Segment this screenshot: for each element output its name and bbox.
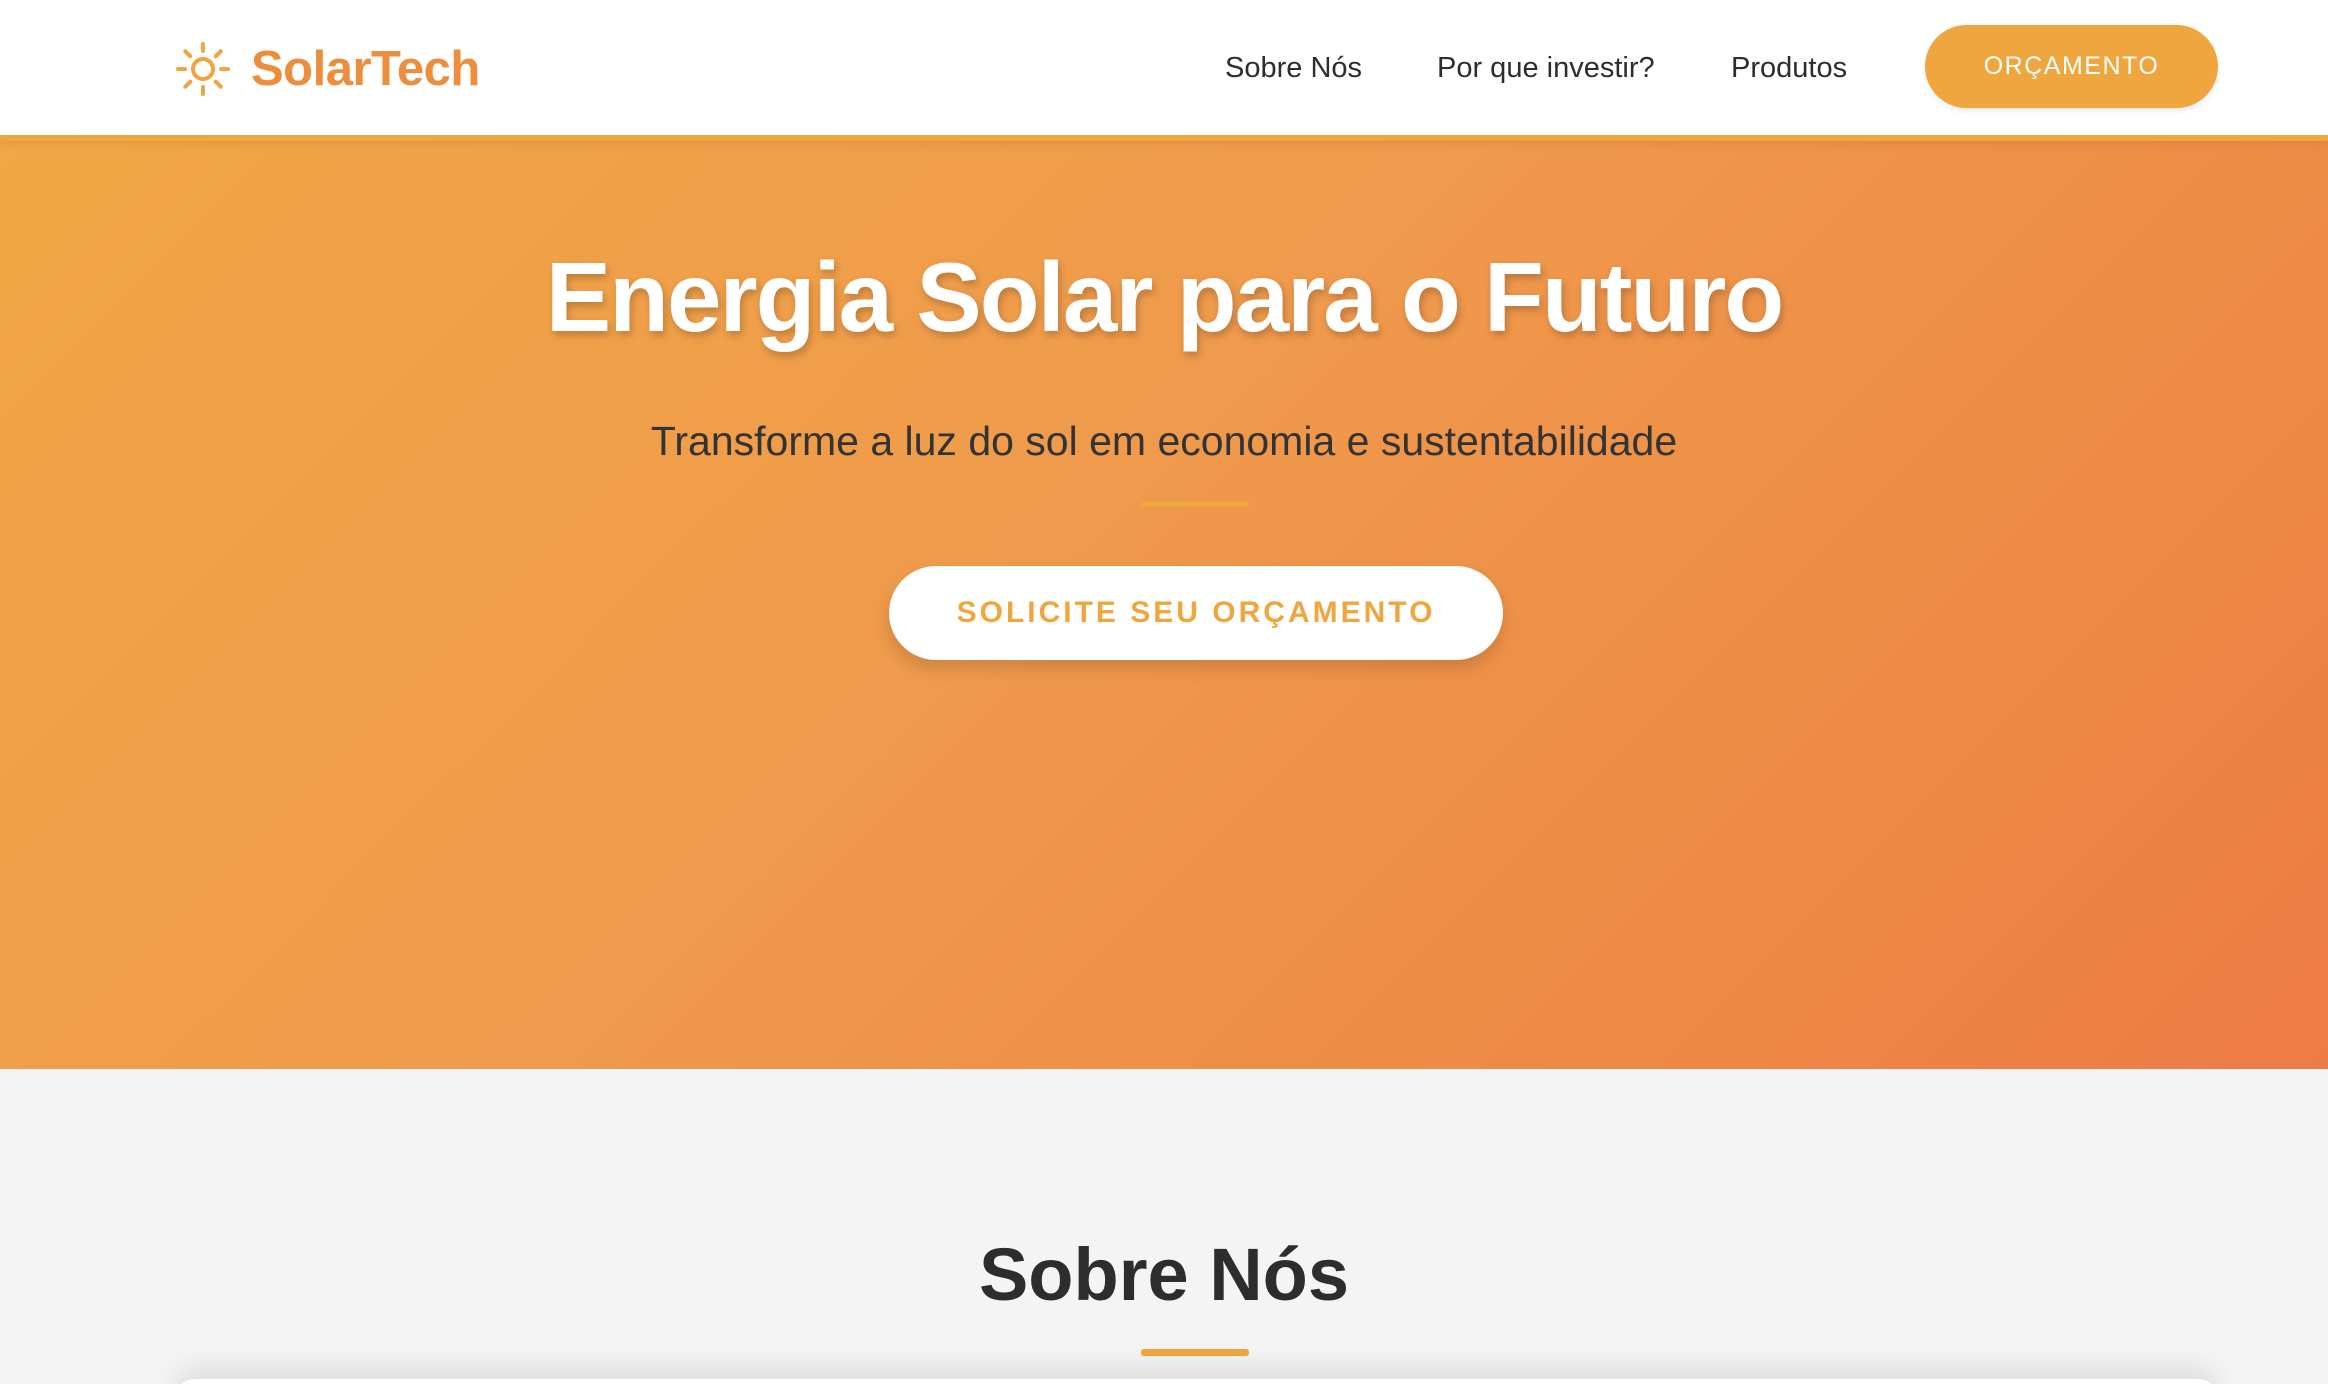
sun-icon	[176, 42, 230, 96]
nav-link-por-que-investir[interactable]: Por que investir?	[1437, 44, 1655, 92]
site-header: SolarTech Sobre Nós Por que investir? Pr…	[0, 0, 2328, 141]
orcamento-button[interactable]: ORÇAMENTO	[1925, 25, 2218, 108]
hero-title: Energia Solar para o Futuro	[545, 242, 1785, 352]
about-section: Sobre Nós	[0, 1069, 2328, 1384]
nav-link-produtos[interactable]: Produtos	[1731, 44, 1847, 92]
brand-logo[interactable]: SolarTech	[175, 38, 480, 100]
about-divider	[1141, 1349, 1249, 1356]
about-title: Sobre Nós	[978, 1233, 1350, 1316]
solicite-orcamento-button[interactable]: SOLICITE SEU ORÇAMENTO	[889, 566, 1503, 660]
hero-section: Energia Solar para o Futuro Transforme a…	[0, 141, 2328, 1069]
hero-divider	[1141, 501, 1249, 507]
hero-subtitle: Transforme a luz do sol em economia e su…	[650, 418, 1678, 464]
about-card	[175, 1379, 2218, 1384]
nav-link-sobre-nos[interactable]: Sobre Nós	[1225, 44, 1362, 92]
brand-name: SolarTech	[251, 42, 480, 96]
